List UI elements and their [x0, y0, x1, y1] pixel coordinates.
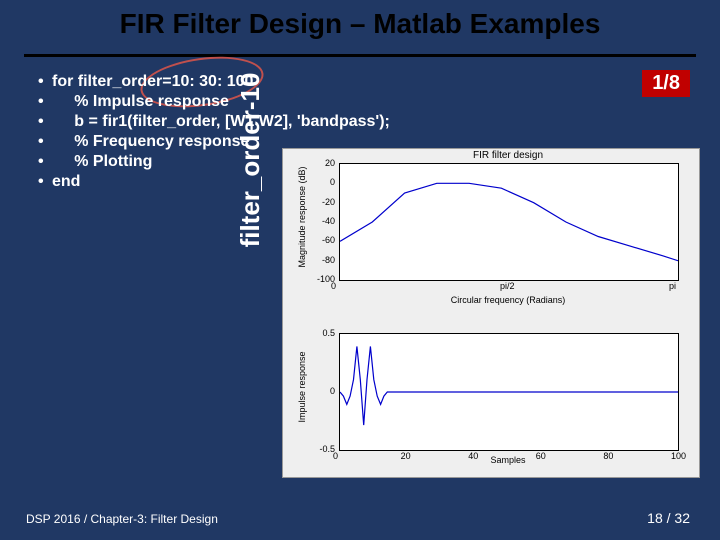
impulse-response-chart	[339, 333, 679, 451]
chart-top-title: FIR filter design	[339, 150, 677, 161]
vertical-label: filter_order-10	[235, 60, 266, 260]
slide-title: FIR Filter Design – Matlab Examples	[120, 8, 601, 39]
impulse-line	[340, 334, 678, 450]
magnitude-line	[340, 164, 678, 280]
code-line: • % Impulse response	[38, 92, 390, 112]
slide: FIR Filter Design – Matlab Examples 1/8 …	[0, 0, 720, 540]
bot-ylabel: Impulse response	[297, 329, 307, 445]
badge-text: 1/8	[652, 72, 680, 94]
title-area: FIR Filter Design – Matlab Examples	[0, 8, 720, 40]
top-xlabel: Circular frequency (Radians)	[339, 295, 677, 305]
page-current: 18	[647, 510, 663, 526]
code-line: • b = fir1(filter_order, [W1 W2], 'bandp…	[38, 112, 390, 132]
bot-xlabel: Samples	[339, 455, 677, 465]
charts-panel: FIR filter design Magnitude response (dB…	[282, 148, 700, 478]
title-rule	[24, 54, 696, 57]
page-badge: 1/8	[642, 70, 690, 97]
top-ylabel: Magnitude response (dB)	[297, 159, 307, 275]
page-total: 32	[674, 510, 690, 526]
magnitude-response-chart	[339, 163, 679, 281]
page-number: 18 / 32	[647, 510, 690, 526]
code-line: •for filter_order=10: 30: 100	[38, 72, 390, 92]
footer-text: DSP 2016 / Chapter-3: Filter Design	[26, 512, 218, 526]
